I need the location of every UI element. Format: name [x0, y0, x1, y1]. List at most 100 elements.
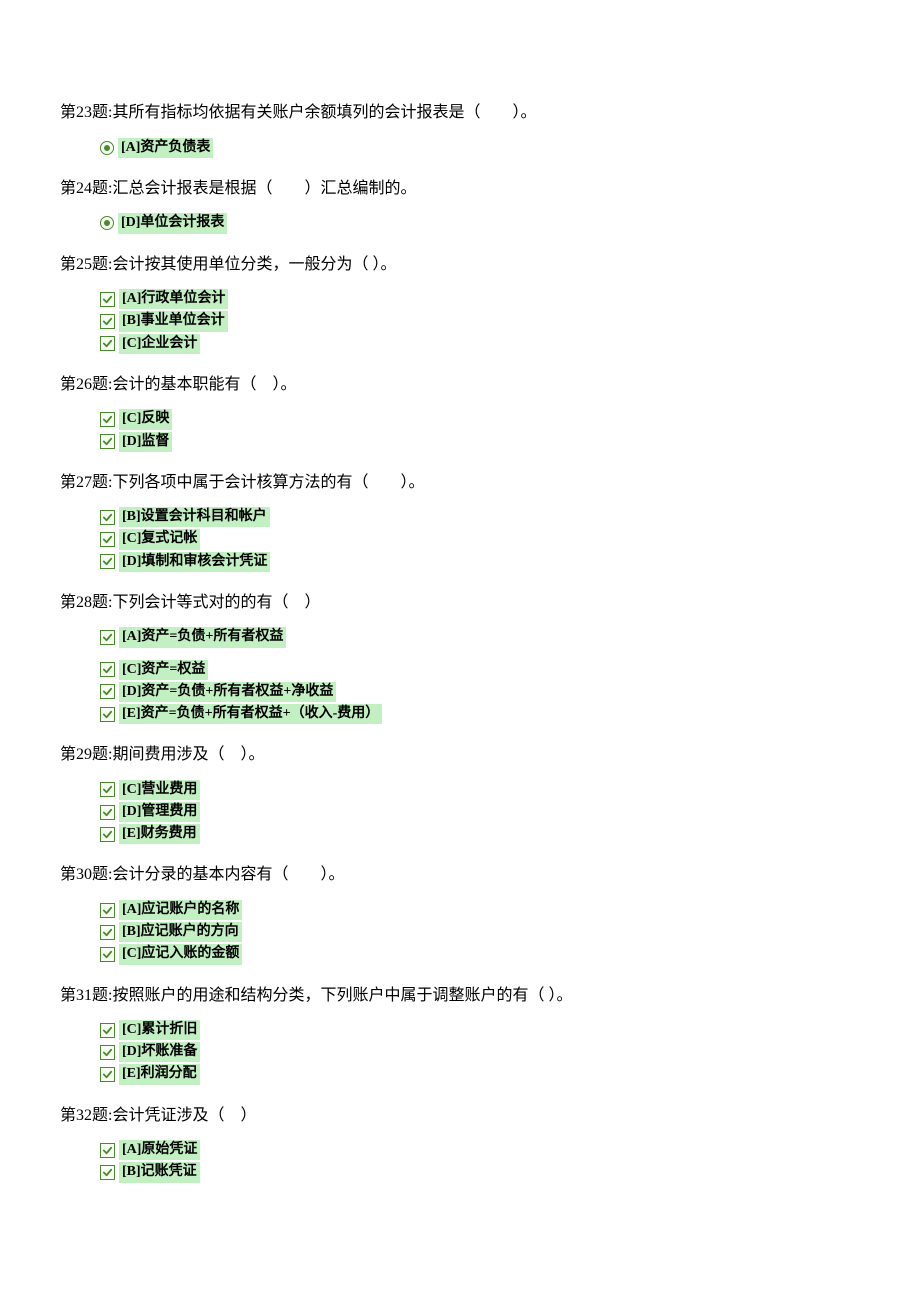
question-number: 第30题:	[60, 866, 112, 883]
checkbox-checked-icon	[100, 1023, 115, 1038]
question-number: 第29题:	[60, 746, 112, 763]
option-label: [C]累计折旧	[119, 1020, 200, 1040]
option-label: [B]事业单位会计	[119, 311, 228, 331]
option-row: [D]填制和审核会计凭证	[100, 552, 860, 572]
question-number: 第27题:	[60, 474, 112, 491]
option-label: [B]记账凭证	[119, 1162, 200, 1182]
options-group: [D]单位会计报表	[100, 213, 860, 233]
question-body: 按照账户的用途和结构分类，下列账户中属于调整账户的有（ ）。	[112, 987, 572, 1004]
question-body: 会计按其使用单位分类，一般分为（ ）。	[112, 256, 396, 273]
checkbox-checked-icon	[100, 532, 115, 547]
options-group: [A]资产=负债+所有者权益	[100, 627, 860, 647]
option-label: [D]填制和审核会计凭证	[119, 552, 270, 572]
checkbox-checked-icon	[100, 1165, 115, 1180]
option-row: [C]复式记帐	[100, 529, 860, 549]
checkbox-checked-icon	[100, 782, 115, 797]
question-body: 会计分录的基本内容有（ ）。	[112, 866, 344, 883]
option-row: [C]累计折旧	[100, 1020, 860, 1040]
option-label: [C]资产=权益	[119, 660, 208, 680]
question-text: 第29题:期间费用涉及（ ）。	[60, 742, 860, 768]
checkbox-checked-icon	[100, 510, 115, 525]
question-block: 第30题:会计分录的基本内容有（ ）。 [A]应记账户的名称[B]应记账户的方向[…	[60, 862, 860, 964]
checkbox-checked-icon	[100, 707, 115, 722]
checkbox-checked-icon	[100, 925, 115, 940]
checkbox-checked-icon	[100, 827, 115, 842]
checkbox-checked-icon	[100, 662, 115, 677]
question-body: 会计凭证涉及（ ）	[112, 1107, 256, 1124]
option-row: [B]应记账户的方向	[100, 922, 860, 942]
question-block: 第32题:会计凭证涉及（ ） [A]原始凭证[B]记账凭证	[60, 1103, 860, 1183]
question-number: 第24题:	[60, 180, 112, 197]
option-row: [A]应记账户的名称	[100, 900, 860, 920]
option-row: [C]反映	[100, 409, 860, 429]
option-label: [D]管理费用	[119, 802, 200, 822]
option-label: [B]应记账户的方向	[119, 922, 242, 942]
question-number: 第25题:	[60, 256, 112, 273]
question-number: 第32题:	[60, 1107, 112, 1124]
option-label: [D]坏账准备	[119, 1042, 200, 1062]
question-block: 第31题:按照账户的用途和结构分类，下列账户中属于调整账户的有（ ）。 [C]累计…	[60, 983, 860, 1085]
checkbox-checked-icon	[100, 434, 115, 449]
checkbox-checked-icon	[100, 684, 115, 699]
question-body: 汇总会计报表是根据（ ）汇总编制的。	[112, 180, 416, 197]
option-row: [D]坏账准备	[100, 1042, 860, 1062]
option-row: [C]资产=权益	[100, 660, 860, 680]
checkbox-checked-icon	[100, 630, 115, 645]
radio-selected-icon	[100, 216, 114, 230]
option-row: [A]行政单位会计	[100, 289, 860, 309]
options-group: [A]应记账户的名称[B]应记账户的方向[C]应记入账的金额	[100, 900, 860, 965]
question-block: 第25题:会计按其使用单位分类，一般分为（ ）。 [A]行政单位会计[B]事业单位…	[60, 252, 860, 354]
question-body: 会计的基本职能有（ ）。	[112, 376, 296, 393]
option-row: [E]利润分配	[100, 1064, 860, 1084]
option-label: [D]资产=负债+所有者权益+净收益	[119, 682, 336, 702]
question-body: 下列会计等式对的的有（ ）	[112, 594, 320, 611]
radio-selected-icon	[100, 141, 114, 155]
option-row: [D]单位会计报表	[100, 213, 860, 233]
option-row: [D]资产=负债+所有者权益+净收益	[100, 682, 860, 702]
option-row: [D]监督	[100, 432, 860, 452]
checkbox-checked-icon	[100, 903, 115, 918]
option-row: [C]应记入账的金额	[100, 944, 860, 964]
question-block: 第29题:期间费用涉及（ ）。 [C]营业费用[D]管理费用[E]财务费用	[60, 742, 860, 844]
question-text: 第28题:下列会计等式对的的有（ ）	[60, 590, 860, 616]
question-text: 第30题:会计分录的基本内容有（ ）。	[60, 862, 860, 888]
option-label: [A]原始凭证	[119, 1140, 200, 1160]
options-group: [C]累计折旧[D]坏账准备[E]利润分配	[100, 1020, 860, 1085]
options-group: [B]设置会计科目和帐户[C]复式记帐 [D]填制和审核会计凭证	[100, 507, 860, 572]
options-group: [C]反映 [D]监督	[100, 409, 860, 451]
question-block: 第23题:其所有指标均依据有关账户余额填列的会计报表是（ ）。 [A]资产负债表	[60, 100, 860, 158]
option-row: [B]设置会计科目和帐户	[100, 507, 860, 527]
option-label: [D]监督	[119, 432, 172, 452]
question-body: 下列各项中属于会计核算方法的有（ ）。	[112, 474, 424, 491]
question-number: 第26题:	[60, 376, 112, 393]
checkbox-checked-icon	[100, 314, 115, 329]
option-gap	[60, 650, 860, 660]
question-text: 第27题:下列各项中属于会计核算方法的有（ ）。	[60, 470, 860, 496]
options-group: [A]行政单位会计[B]事业单位会计 [C]企业会计	[100, 289, 860, 354]
question-block: 第27题:下列各项中属于会计核算方法的有（ ）。 [B]设置会计科目和帐户[C]复…	[60, 470, 860, 572]
question-text: 第26题:会计的基本职能有（ ）。	[60, 372, 860, 398]
question-number: 第28题:	[60, 594, 112, 611]
checkbox-checked-icon	[100, 1067, 115, 1082]
question-number: 第23题:	[60, 104, 112, 121]
option-row: [A]资产负债表	[100, 138, 860, 158]
option-row: [C]营业费用	[100, 780, 860, 800]
checkbox-checked-icon	[100, 1143, 115, 1158]
option-label: [C]应记入账的金额	[119, 944, 242, 964]
checkbox-checked-icon	[100, 805, 115, 820]
checkbox-checked-icon	[100, 336, 115, 351]
option-label: [E]财务费用	[119, 824, 200, 844]
option-row: [B]记账凭证	[100, 1162, 860, 1182]
question-text: 第31题:按照账户的用途和结构分类，下列账户中属于调整账户的有（ ）。	[60, 983, 860, 1009]
checkbox-checked-icon	[100, 1045, 115, 1060]
option-label: [C]企业会计	[119, 334, 200, 354]
question-number: 第31题:	[60, 987, 112, 1004]
question-body: 其所有指标均依据有关账户余额填列的会计报表是（ ）。	[112, 104, 536, 121]
question-block: 第28题:下列会计等式对的的有（ ） [A]资产=负债+所有者权益 [C]资产=权益…	[60, 590, 860, 724]
option-row: [B]事业单位会计	[100, 311, 860, 331]
option-row: [C]企业会计	[100, 334, 860, 354]
option-label: [A]资产负债表	[118, 138, 213, 158]
option-row: [D]管理费用	[100, 802, 860, 822]
option-label: [C]营业费用	[119, 780, 200, 800]
option-label: [A]行政单位会计	[119, 289, 228, 309]
